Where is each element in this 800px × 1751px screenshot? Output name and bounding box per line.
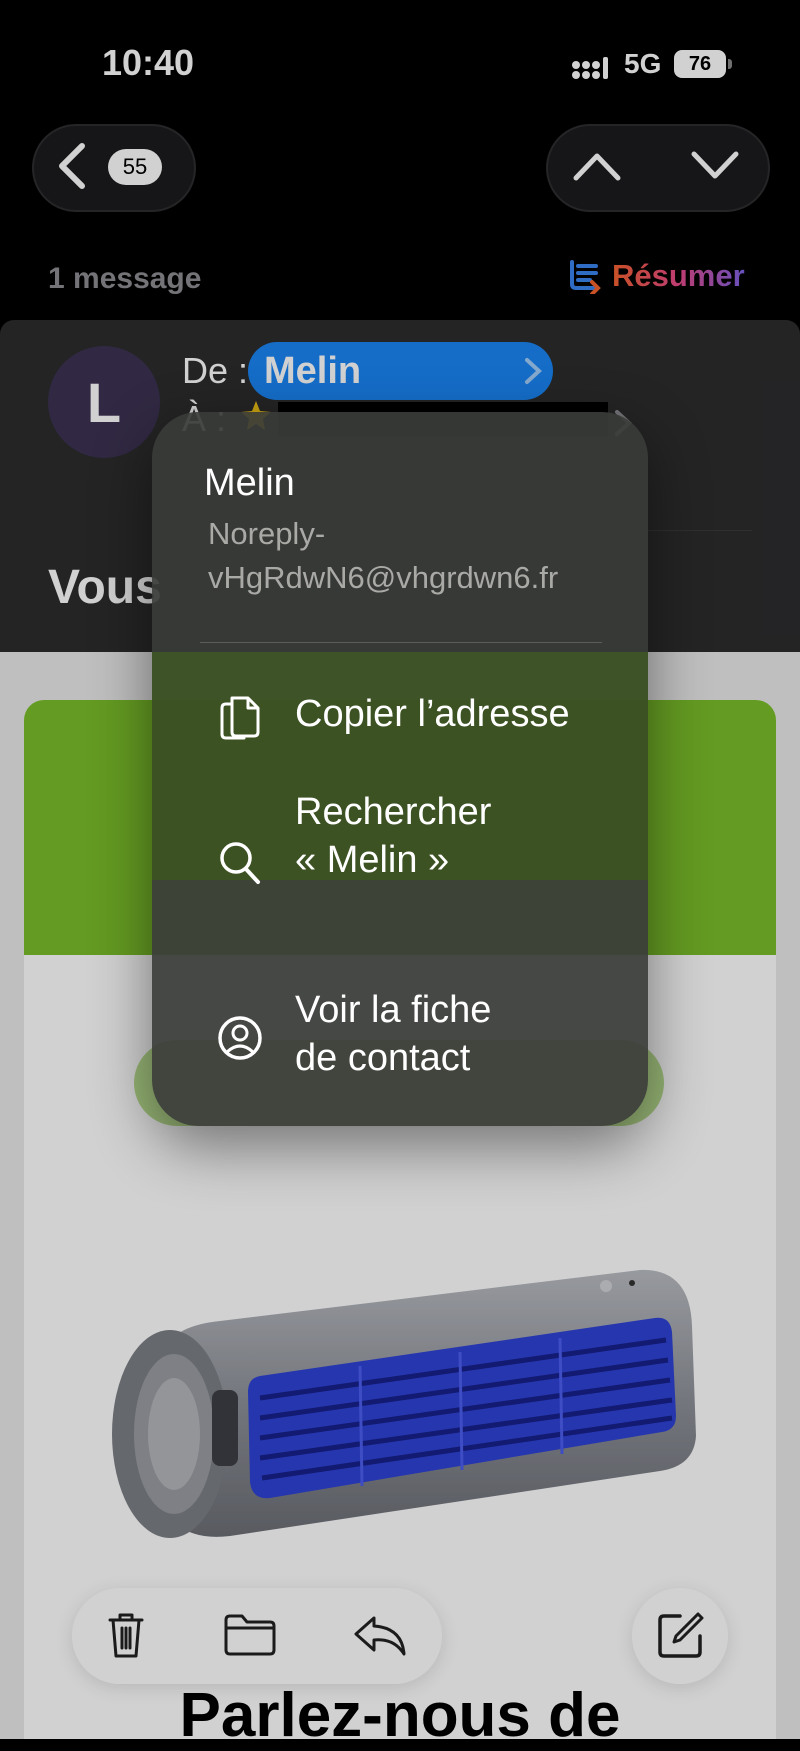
contact-label-line1: Voir la fiche (295, 989, 492, 1031)
contact-popover: Melin Noreply-vHgRdwN6@vhgrdwn6.fr Copie… (152, 412, 648, 1126)
search-icon (220, 842, 260, 884)
menu-copy-address[interactable]: Copier l’adresse (295, 690, 570, 738)
popover-contact-name: Melin (204, 462, 295, 504)
copy-icon (220, 696, 260, 740)
search-label-line2: « Melin » (295, 839, 450, 881)
search-label-line1: Rechercher (295, 791, 492, 833)
contact-label-line2: de contact (295, 1037, 471, 1079)
menu-view-contact[interactable]: Voir la fiche de contact (295, 986, 491, 1082)
contact-icon (218, 1016, 262, 1060)
popover-contact-email: Noreply-vHgRdwN6@vhgrdwn6.fr (208, 516, 559, 595)
popover-divider (200, 642, 602, 643)
menu-search-sender[interactable]: Rechercher « Melin » (295, 788, 491, 884)
